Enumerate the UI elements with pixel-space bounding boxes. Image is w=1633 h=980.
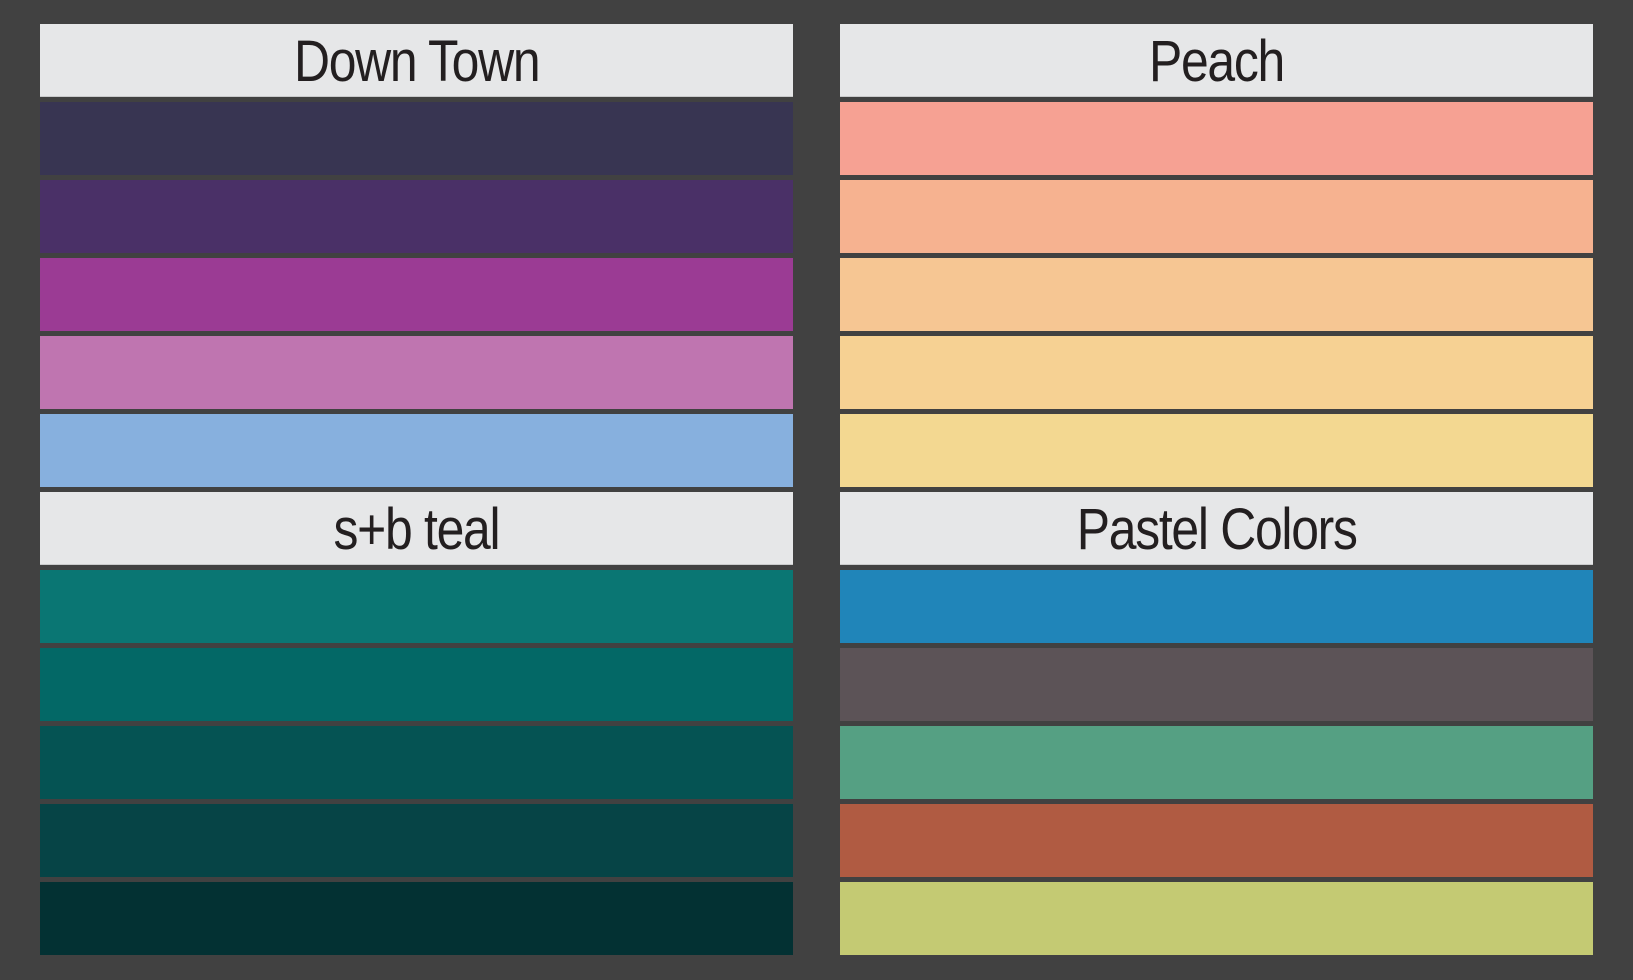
color-swatch[interactable] bbox=[840, 180, 1593, 253]
palette-pastel-colors: Pastel Colors bbox=[840, 492, 1593, 955]
palette-title-text: s+b teal bbox=[333, 497, 501, 562]
palette-title: Pastel Colors bbox=[840, 492, 1593, 565]
palette-title: Down Town bbox=[40, 24, 793, 97]
color-swatch[interactable] bbox=[840, 726, 1593, 799]
palette-title-text: Peach bbox=[1149, 29, 1285, 94]
color-swatch[interactable] bbox=[840, 258, 1593, 331]
color-swatch[interactable] bbox=[40, 648, 793, 721]
color-swatch[interactable] bbox=[840, 648, 1593, 721]
color-swatch[interactable] bbox=[840, 882, 1593, 955]
color-swatch[interactable] bbox=[40, 726, 793, 799]
color-swatch[interactable] bbox=[40, 882, 793, 955]
palette-title-text: Pastel Colors bbox=[1076, 497, 1358, 562]
color-swatch[interactable] bbox=[40, 570, 793, 643]
color-swatch[interactable] bbox=[840, 804, 1593, 877]
color-swatch[interactable] bbox=[40, 258, 793, 331]
palette-title-text: Down Town bbox=[293, 29, 541, 94]
palette-peach: Peach bbox=[840, 24, 1593, 487]
palette-title: Peach bbox=[840, 24, 1593, 97]
color-swatch[interactable] bbox=[840, 102, 1593, 175]
color-swatch[interactable] bbox=[40, 102, 793, 175]
color-swatch[interactable] bbox=[840, 570, 1593, 643]
color-swatch[interactable] bbox=[840, 336, 1593, 409]
palette-title: s+b teal bbox=[40, 492, 793, 565]
color-swatch[interactable] bbox=[840, 414, 1593, 487]
color-swatch[interactable] bbox=[40, 336, 793, 409]
palette-sb-teal: s+b teal bbox=[40, 492, 793, 955]
color-swatch[interactable] bbox=[40, 180, 793, 253]
color-swatch[interactable] bbox=[40, 414, 793, 487]
color-swatch[interactable] bbox=[40, 804, 793, 877]
palette-down-town: Down Town bbox=[40, 24, 793, 487]
